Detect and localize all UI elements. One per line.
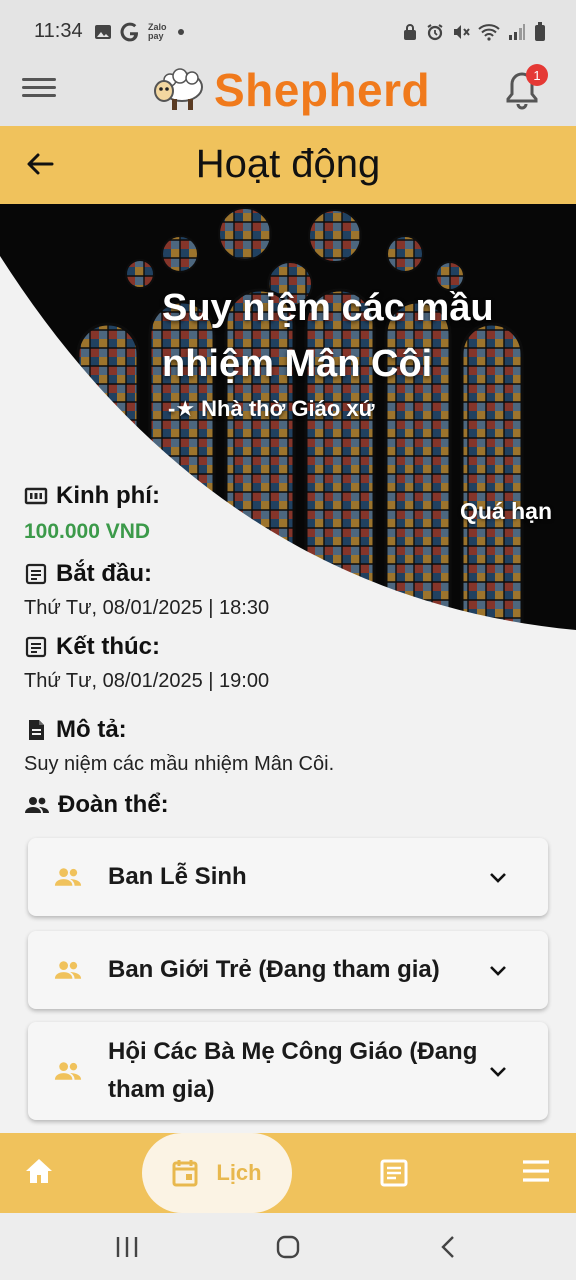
group-icon: [54, 868, 82, 886]
alarm-icon: [427, 24, 443, 41]
group-icon: [54, 1062, 82, 1080]
notification-badge: 1: [526, 64, 548, 86]
groups-label-text: Đoàn thể:: [58, 791, 169, 818]
google-icon: [120, 22, 138, 42]
group-card[interactable]: Hội Các Bà Mẹ Công Giáo (Đang tham gia): [28, 1022, 548, 1120]
description-value: Suy niệm các mầu nhiệm Mân Côi.: [24, 753, 335, 775]
start-value: Thứ Tư, 08/01/2025 | 18:30: [24, 597, 270, 619]
status-left-icons: Zalo pay: [94, 22, 184, 42]
system-nav-bar: [0, 1213, 576, 1280]
status-bar: 11:34 Zalo pay: [0, 0, 576, 60]
wifi-icon: [478, 24, 500, 41]
page-title: Hoạt động: [195, 142, 381, 186]
event-title: Suy niệm các mầu nhiệm Mân Côi: [162, 287, 494, 385]
bottom-nav: Lịch: [0, 1133, 576, 1213]
menu-icon[interactable]: [22, 73, 58, 109]
zalopay-icon: Zalo pay: [148, 22, 167, 41]
groups-label: Đoàn thể:: [24, 791, 169, 819]
signal-icon: [509, 24, 525, 40]
back-button-icon[interactable]: [440, 1235, 456, 1259]
description-label-text: Mô tả:: [56, 716, 127, 743]
group-card[interactable]: Ban Lễ Sinh: [28, 838, 548, 916]
dot-icon: [178, 29, 184, 35]
cost-label: Kinh phí:: [24, 482, 160, 510]
cost-value: 100.000 VND: [24, 520, 151, 543]
group-card-label: Hội Các Bà Mẹ Công Giáo (Đang tham gia): [108, 1038, 478, 1103]
logo-text: Shepherd: [214, 64, 431, 116]
mute-icon: [454, 25, 470, 39]
recent-apps-icon[interactable]: [116, 1235, 138, 1259]
nav-calendar-tab[interactable]: Lịch: [142, 1133, 292, 1213]
app-logo: Shepherd: [152, 62, 430, 118]
description-label: Mô tả:: [24, 716, 127, 744]
gallery-icon: [95, 25, 111, 39]
start-label: Bắt đầu:: [24, 560, 152, 588]
group-icon: [25, 797, 49, 813]
status-time: 11:34: [34, 20, 83, 42]
lock-icon: [404, 24, 416, 40]
chevron-down-icon[interactable]: [488, 963, 508, 977]
money-icon: [24, 487, 48, 505]
calendar-note-icon: [25, 636, 47, 658]
event-place: -★ Nhà thờ Giáo xứ: [168, 396, 375, 421]
chevron-down-icon[interactable]: [488, 870, 508, 884]
notes-icon[interactable]: [380, 1159, 408, 1187]
menu-icon[interactable]: [522, 1159, 550, 1183]
home-button-icon[interactable]: [276, 1235, 300, 1259]
home-icon[interactable]: [24, 1157, 54, 1185]
end-value: Thứ Tư, 08/01/2025 | 19:00: [24, 670, 270, 692]
end-label-text: Kết thúc:: [56, 633, 160, 660]
start-label-text: Bắt đầu:: [56, 560, 152, 587]
calendar-icon: [172, 1160, 198, 1187]
nav-calendar-label: Lịch: [216, 1160, 262, 1185]
document-icon: [29, 720, 44, 740]
chevron-down-icon[interactable]: [488, 1064, 508, 1078]
status-badge: Quá hạn: [459, 498, 552, 524]
sheep-icon: [154, 68, 203, 110]
cost-label-text: Kinh phí:: [56, 482, 160, 509]
app-bar: Shepherd 1: [0, 60, 576, 126]
battery-icon: [535, 22, 545, 41]
status-right-icons: [402, 22, 546, 42]
title-bar: Hoạt động: [0, 126, 576, 204]
end-label: Kết thúc:: [24, 633, 160, 661]
group-icon: [54, 961, 82, 979]
group-card-label: Ban Giới Trẻ (Đang tham gia): [108, 956, 440, 983]
calendar-note-icon: [25, 563, 47, 585]
group-card-label: Ban Lễ Sinh: [108, 863, 247, 890]
group-card[interactable]: Ban Giới Trẻ (Đang tham gia): [28, 931, 548, 1009]
notification-bell[interactable]: 1: [502, 64, 548, 112]
